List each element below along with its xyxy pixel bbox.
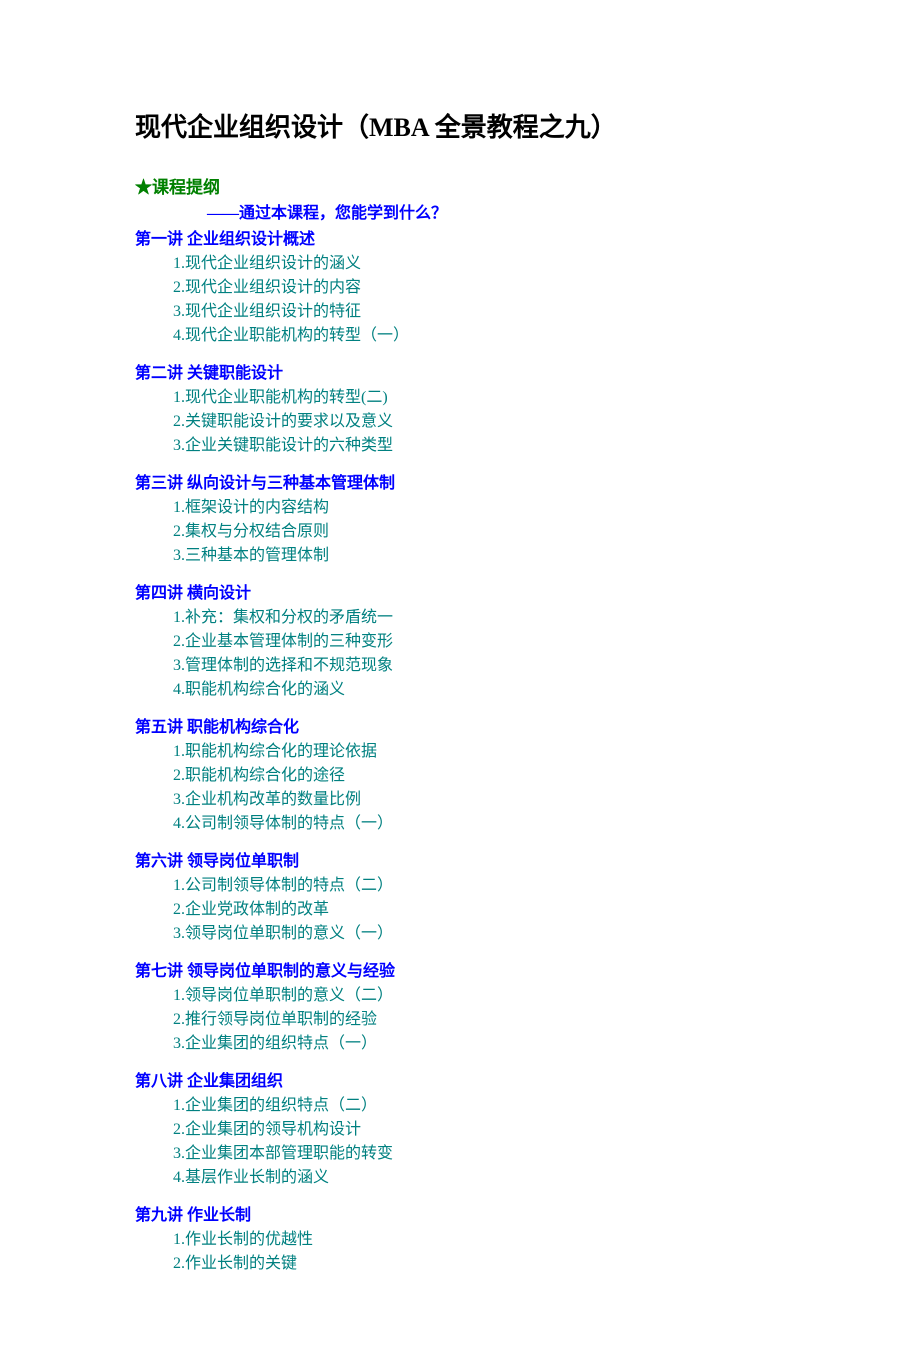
lecture-title: 第二讲 关键职能设计 [135, 362, 785, 386]
lecture-items: 1.现代企业组织设计的涵义2.现代企业组织设计的内容3.现代企业组织设计的特征4… [135, 252, 785, 348]
lecture-item: 3.企业集团本部管理职能的转变 [173, 1142, 785, 1166]
lecture-item: 1.作业长制的优越性 [173, 1228, 785, 1252]
outline-text: 课程提纲 [152, 178, 220, 197]
lecture-item: 3.管理体制的选择和不规范现象 [173, 654, 785, 678]
lecture-items: 1.框架设计的内容结构2.集权与分权结合原则3.三种基本的管理体制 [135, 496, 785, 568]
lecture-item: 3.三种基本的管理体制 [173, 544, 785, 568]
lecture-item: 4.职能机构综合化的涵义 [173, 678, 785, 702]
lecture-block: 第二讲 关键职能设计1.现代企业职能机构的转型(二)2.关键职能设计的要求以及意… [135, 362, 785, 458]
lecture-item: 3.现代企业组织设计的特征 [173, 300, 785, 324]
lecture-item: 3.企业关键职能设计的六种类型 [173, 434, 785, 458]
lecture-item: 1.框架设计的内容结构 [173, 496, 785, 520]
lecture-block: 第八讲 企业集团组织1.企业集团的组织特点（二）2.企业集团的领导机构设计3.企… [135, 1070, 785, 1190]
course-outline-label: ★课程提纲 [135, 176, 785, 200]
lecture-block: 第九讲 作业长制1.作业长制的优越性2.作业长制的关键 [135, 1204, 785, 1276]
lecture-items: 1.作业长制的优越性2.作业长制的关键 [135, 1228, 785, 1276]
lecture-item: 1.补充：集权和分权的矛盾统一 [173, 606, 785, 630]
lecture-items: 1.公司制领导体制的特点（二）2.企业党政体制的改革3.领导岗位单职制的意义（一… [135, 874, 785, 946]
lecture-item: 3.企业机构改革的数量比例 [173, 788, 785, 812]
lecture-item: 2.推行领导岗位单职制的经验 [173, 1008, 785, 1032]
lecture-item: 2.关键职能设计的要求以及意义 [173, 410, 785, 434]
document-title: 现代企业组织设计（MBA 全景教程之九） [135, 110, 785, 146]
lecture-item: 4.公司制领导体制的特点（一） [173, 812, 785, 836]
lecture-items: 1.领导岗位单职制的意义（二）2.推行领导岗位单职制的经验3.企业集团的组织特点… [135, 984, 785, 1056]
lecture-item: 2.现代企业组织设计的内容 [173, 276, 785, 300]
lecture-title: 第一讲 企业组织设计概述 [135, 228, 785, 252]
lecture-title: 第五讲 职能机构综合化 [135, 716, 785, 740]
star-icon: ★ [135, 178, 152, 197]
lecture-block: 第四讲 横向设计1.补充：集权和分权的矛盾统一2.企业基本管理体制的三种变形3.… [135, 582, 785, 702]
lecture-block: 第七讲 领导岗位单职制的意义与经验1.领导岗位单职制的意义（二）2.推行领导岗位… [135, 960, 785, 1056]
lecture-title: 第六讲 领导岗位单职制 [135, 850, 785, 874]
lecture-block: 第五讲 职能机构综合化1.职能机构综合化的理论依据2.职能机构综合化的途径3.企… [135, 716, 785, 836]
lecture-item: 1.现代企业职能机构的转型(二) [173, 386, 785, 410]
lecture-item: 1.职能机构综合化的理论依据 [173, 740, 785, 764]
lecture-items: 1.企业集团的组织特点（二）2.企业集团的领导机构设计3.企业集团本部管理职能的… [135, 1094, 785, 1190]
lecture-item: 2.企业基本管理体制的三种变形 [173, 630, 785, 654]
lecture-item: 1.领导岗位单职制的意义（二） [173, 984, 785, 1008]
lecture-block: 第三讲 纵向设计与三种基本管理体制1.框架设计的内容结构2.集权与分权结合原则3… [135, 472, 785, 568]
course-subtitle: ——通过本课程，您能学到什么？ [207, 202, 785, 226]
lecture-item: 2.企业集团的领导机构设计 [173, 1118, 785, 1142]
lecture-item: 2.作业长制的关键 [173, 1252, 785, 1276]
lecture-items: 1.补充：集权和分权的矛盾统一2.企业基本管理体制的三种变形3.管理体制的选择和… [135, 606, 785, 702]
lecture-item: 2.企业党政体制的改革 [173, 898, 785, 922]
lecture-title: 第八讲 企业集团组织 [135, 1070, 785, 1094]
lecture-block: 第六讲 领导岗位单职制1.公司制领导体制的特点（二）2.企业党政体制的改革3.领… [135, 850, 785, 946]
lecture-list: 第一讲 企业组织设计概述1.现代企业组织设计的涵义2.现代企业组织设计的内容3.… [135, 228, 785, 1276]
lecture-item: 1.公司制领导体制的特点（二） [173, 874, 785, 898]
lecture-title: 第四讲 横向设计 [135, 582, 785, 606]
lecture-title: 第九讲 作业长制 [135, 1204, 785, 1228]
lecture-title: 第三讲 纵向设计与三种基本管理体制 [135, 472, 785, 496]
lecture-items: 1.现代企业职能机构的转型(二)2.关键职能设计的要求以及意义3.企业关键职能设… [135, 386, 785, 458]
lecture-item: 4.基层作业长制的涵义 [173, 1166, 785, 1190]
lecture-item: 1.现代企业组织设计的涵义 [173, 252, 785, 276]
lecture-block: 第一讲 企业组织设计概述1.现代企业组织设计的涵义2.现代企业组织设计的内容3.… [135, 228, 785, 348]
lecture-item: 4.现代企业职能机构的转型（一） [173, 324, 785, 348]
lecture-items: 1.职能机构综合化的理论依据2.职能机构综合化的途径3.企业机构改革的数量比例4… [135, 740, 785, 836]
lecture-item: 2.集权与分权结合原则 [173, 520, 785, 544]
lecture-item: 3.领导岗位单职制的意义（一） [173, 922, 785, 946]
lecture-item: 1.企业集团的组织特点（二） [173, 1094, 785, 1118]
lecture-item: 2.职能机构综合化的途径 [173, 764, 785, 788]
lecture-title: 第七讲 领导岗位单职制的意义与经验 [135, 960, 785, 984]
lecture-item: 3.企业集团的组织特点（一） [173, 1032, 785, 1056]
document-page: 现代企业组织设计（MBA 全景教程之九） ★课程提纲 ——通过本课程，您能学到什… [0, 0, 920, 1350]
